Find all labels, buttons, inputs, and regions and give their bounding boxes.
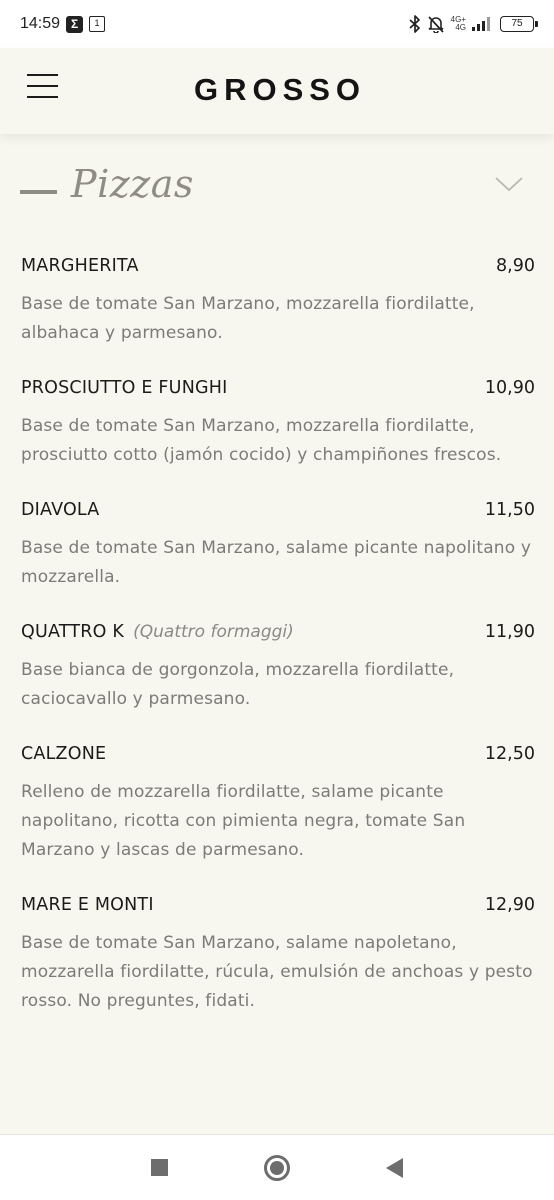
item-name-wrap: MARGHERITA xyxy=(21,256,139,276)
item-name: PROSCIUTTO E FUNGHI xyxy=(21,378,228,398)
item-name-wrap: CALZONE xyxy=(21,744,106,764)
status-time: 14:59 xyxy=(20,15,61,32)
menu-item: CALZONE 12,50 Relleno de mozzarella fior… xyxy=(21,744,535,865)
menu-item: DIAVOLA 11,50 Base de tomate San Marzano… xyxy=(21,500,535,592)
menu-item: MARE E MONTI 12,90 Base de tomate San Ma… xyxy=(21,895,535,1016)
status-right: 4G+ 4G 75 xyxy=(409,15,538,33)
item-description: Base de tomate San Marzano, salame pican… xyxy=(21,538,532,587)
site-header: GROSSO xyxy=(0,48,554,134)
menu-item: PROSCIUTTO E FUNGHI 10,90 Base de tomate… xyxy=(21,378,535,470)
brand-logo[interactable]: GROSSO xyxy=(0,72,554,108)
item-name: DIAVOLA xyxy=(21,500,100,520)
item-price: 8,90 xyxy=(496,256,535,276)
item-description: Relleno de mozzarella fiordilatte, salam… xyxy=(21,782,466,860)
calendar-notification-icon: 1 xyxy=(89,16,106,32)
menu-item: QUATTRO K (Quattro formaggi) 11,90 Base … xyxy=(21,622,535,714)
item-name: MARGHERITA xyxy=(21,256,139,276)
status-bar: 14:59 Σ 1 4G+ 4G 75 xyxy=(0,0,554,48)
bell-off-icon xyxy=(428,16,444,33)
menu-item: MARGHERITA 8,90 Base de tomate San Marza… xyxy=(21,256,535,348)
item-price: 12,90 xyxy=(484,895,535,915)
item-name: MARE E MONTI xyxy=(21,895,154,915)
item-description: Base de tomate San Marzano, salame napol… xyxy=(21,933,533,1011)
item-description: Base de tomate San Marzano, mozzarella f… xyxy=(21,294,475,343)
section-title: Pizzas xyxy=(71,162,194,206)
item-name-wrap: PROSCIUTTO E FUNGHI xyxy=(21,378,227,398)
item-price: 10,90 xyxy=(484,378,535,398)
system-nav-bar xyxy=(0,1134,554,1200)
item-price: 11,50 xyxy=(484,500,535,520)
item-price: 11,90 xyxy=(484,622,535,642)
home-button[interactable] xyxy=(264,1154,290,1181)
section-dash xyxy=(20,190,57,194)
item-name: QUATTRO K xyxy=(21,622,125,642)
recents-button[interactable] xyxy=(151,1159,168,1176)
item-name-wrap: MARE E MONTI xyxy=(21,895,154,915)
battery-level: 75 xyxy=(511,18,523,29)
network-type-secondary: 4G xyxy=(455,23,466,32)
section-title-wrap: Pizzas xyxy=(20,162,194,206)
network-indicator: 4G+ 4G xyxy=(451,16,466,32)
menu-list: MARGHERITA 8,90 Base de tomate San Marza… xyxy=(21,256,535,1046)
item-name-wrap: QUATTRO K (Quattro formaggi) xyxy=(21,622,294,642)
battery-icon: 75 xyxy=(500,16,538,32)
chevron-down-icon[interactable] xyxy=(494,174,524,194)
signal-strength-icon xyxy=(472,17,490,31)
item-description: Base de tomate San Marzano, mozzarella f… xyxy=(21,416,502,465)
item-name-wrap: DIAVOLA xyxy=(21,500,99,520)
item-subtitle: (Quattro formaggi) xyxy=(133,622,294,642)
bluetooth-icon xyxy=(409,15,420,33)
sigma-notification-icon: Σ xyxy=(66,15,84,33)
item-description: Base bianca de gorgonzola, mozzarella fi… xyxy=(21,660,455,709)
item-name: CALZONE xyxy=(21,744,107,764)
section-header[interactable]: Pizzas xyxy=(20,156,524,212)
status-left: 14:59 Σ 1 xyxy=(20,15,106,33)
back-button[interactable] xyxy=(386,1157,403,1178)
item-price: 12,50 xyxy=(484,744,535,764)
